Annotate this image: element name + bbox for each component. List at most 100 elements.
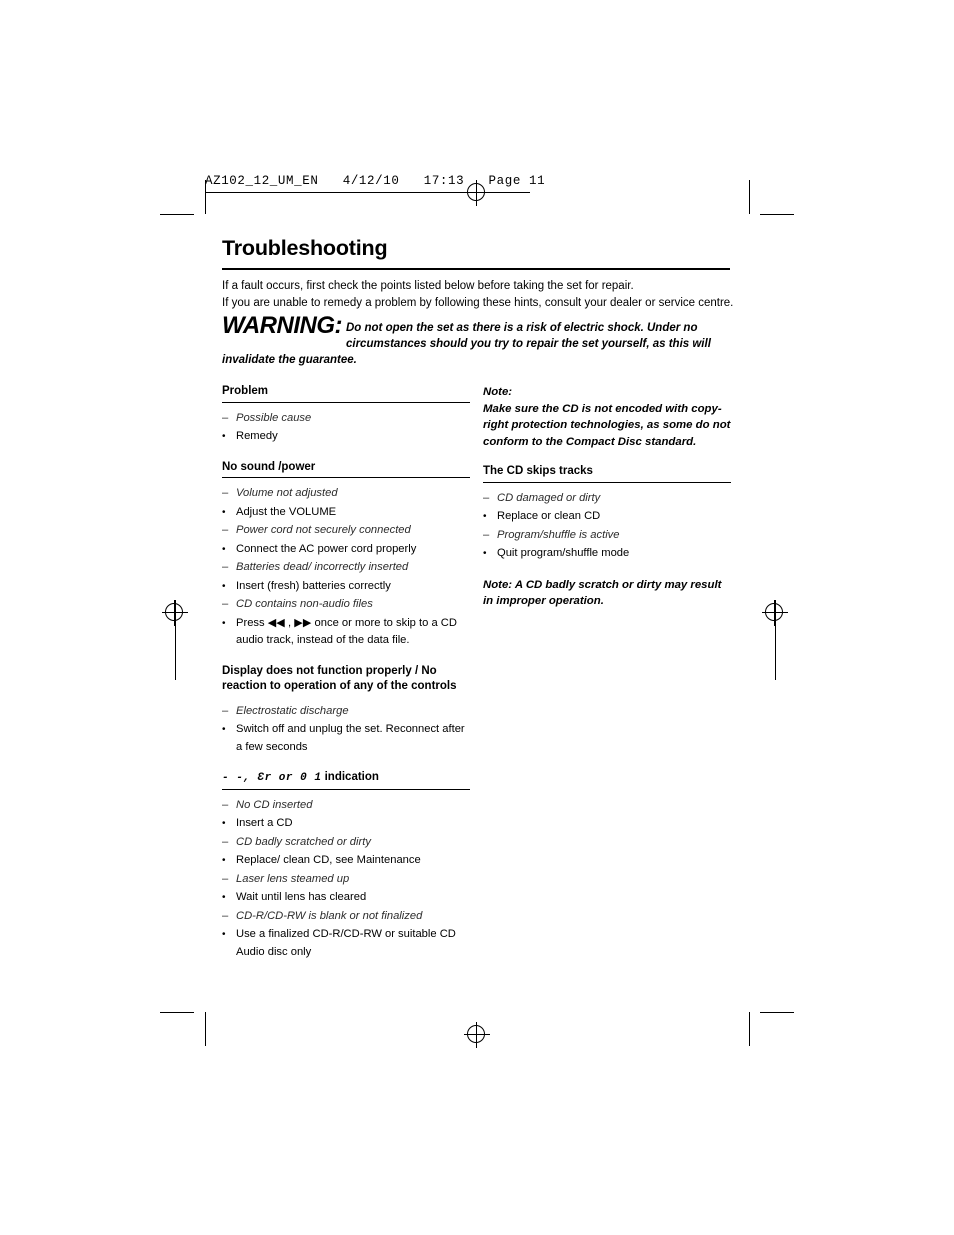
list-item-text: Switch off and unplug the set. Reconnect… — [236, 723, 465, 753]
intro-paragraph: If a fault occurs, first check the point… — [222, 278, 734, 311]
list-item: • Wait until lens has cleared — [222, 889, 470, 907]
dash-marker: – — [222, 487, 229, 499]
list-item-text: No CD inserted — [236, 798, 313, 811]
list-item: – Program/shuffle is active — [483, 527, 731, 545]
section-rule — [222, 788, 470, 790]
list-item: – CD-R/CD-RW is blank or not finalized — [222, 908, 470, 926]
list-item-text: Replace/ clean CD, see Maintenance — [236, 854, 421, 866]
list-item-text: CD damaged or dirty — [497, 491, 601, 504]
list-item-text: CD contains non-audio files — [236, 598, 373, 610]
list-item-text: Possible cause — [236, 411, 312, 424]
bullet-marker: • — [222, 543, 226, 555]
section-rule — [483, 481, 731, 483]
list-item-text: Electrostatic discharge — [236, 704, 349, 717]
list-item: – Electrostatic discharge — [222, 703, 470, 721]
section-rule — [222, 477, 470, 478]
dash-marker: – — [483, 528, 490, 541]
note-copyright-protection: Note: Make sure the CD is not encoded wi… — [483, 384, 731, 450]
dash-marker: – — [222, 524, 229, 536]
right-column: Note: Make sure the CD is not encoded wi… — [483, 384, 731, 610]
list-item-text: Wait until lens has cleared — [236, 891, 367, 903]
list-item: • Insert (fresh) batteries correctly — [222, 578, 470, 596]
list-item: • Switch off and unplug the set. Reconne… — [222, 721, 470, 756]
section-problem: Problem – Possible cause • Remedy — [222, 384, 470, 446]
note-scratched-cd: Note: A CD badly scratch or dirty may re… — [483, 578, 722, 608]
list-item: • Remedy — [222, 428, 470, 446]
section-heading-suffix: indication — [321, 771, 379, 783]
list-item: • Insert a CD — [222, 815, 470, 833]
list-item: • Replace/ clean CD, see Maintenance — [222, 852, 470, 870]
list-item-text: Quit program/shuffle mode — [497, 547, 630, 559]
section-heading: No sound /power — [222, 460, 316, 473]
list-item: – CD contains non-audio files — [222, 596, 470, 614]
dash-marker: – — [222, 872, 229, 885]
bullet-marker: • — [222, 580, 226, 592]
list-item: – Power cord not securely connected — [222, 522, 470, 540]
bullet-marker: • — [222, 818, 226, 829]
list-item: • Replace or clean CD — [483, 508, 731, 526]
list-item: • Quit program/shuffle mode — [483, 545, 731, 563]
list-item-text: Connect the AC power cord properly — [236, 542, 417, 555]
list-item-text: Power cord not securely connected — [236, 524, 411, 536]
list-item: – Possible cause — [222, 410, 470, 428]
list-item-text: Volume not adjusted — [236, 487, 338, 499]
dash-marker: – — [222, 835, 229, 848]
bullet-marker: • — [222, 724, 226, 735]
bullet-marker: • — [222, 506, 226, 518]
list-item: – CD badly scratched or dirty — [222, 834, 470, 852]
section-item-list: – Volume not adjusted • Adjust the VOLUM… — [222, 485, 470, 650]
lcd-display-code: - -, Ɛr or 0 1 — [222, 772, 322, 784]
section-heading: The CD skips tracks — [483, 465, 593, 477]
left-column: Problem – Possible cause • Remedy No sou… — [222, 384, 470, 975]
section-cd-skips-tracks: The CD skips tracks – CD damaged or dirt… — [483, 464, 731, 610]
document-page: Troubleshooting If a fault occurs, first… — [0, 0, 954, 1235]
bullet-marker: • — [222, 892, 226, 903]
dash-marker: – — [222, 909, 229, 922]
section-item-list: – Electrostatic discharge • Switch off a… — [222, 703, 470, 757]
list-item-text: Use a finalized CD-R/CD-RW or suitable C… — [236, 928, 456, 958]
section-rule — [222, 401, 470, 403]
dash-marker: – — [222, 598, 229, 610]
dash-marker: – — [222, 411, 229, 424]
list-item: • Connect the AC power cord properly — [222, 541, 470, 559]
intro-line-2: If you are unable to remedy a problem by… — [222, 296, 734, 309]
list-item: • Press ◀◀ , ▶▶ once or more to skip to … — [222, 615, 470, 650]
list-item-text: Remedy — [236, 430, 278, 442]
list-item-text: Laser lens steamed up — [236, 872, 350, 885]
note-label: Note: — [483, 386, 513, 398]
list-item: – No CD inserted — [222, 797, 470, 815]
title-underline — [222, 268, 730, 270]
list-item-text: CD-R/CD-RW is blank or not finalized — [236, 909, 423, 922]
list-item-text: CD badly scratched or dirty — [236, 835, 371, 848]
section-heading: Display does not function properly / No … — [222, 664, 457, 693]
list-item-text: Replace or clean CD — [497, 510, 601, 522]
section-heading: - -, Ɛr or 0 1 indication — [222, 770, 470, 787]
warning-block: WARNING: Do not open the set as there is… — [222, 314, 734, 368]
list-item-text: Press ◀◀ , ▶▶ once or more to skip to a … — [236, 616, 457, 647]
section-item-list: – Possible cause • Remedy — [222, 410, 470, 446]
section-item-list: – No CD inserted • Insert a CD – CD badl… — [222, 797, 470, 962]
section-no-sound-power: No sound /power – Volume not adjusted • … — [222, 460, 470, 650]
dash-marker: – — [222, 798, 229, 811]
list-item-text: Program/shuffle is active — [497, 528, 620, 541]
page-title: Troubleshooting — [222, 236, 388, 260]
list-item: – Batteries dead/ incorrectly inserted — [222, 559, 470, 577]
list-item-text: Adjust the VOLUME — [236, 505, 337, 518]
bullet-marker: • — [483, 548, 487, 559]
dash-marker: – — [483, 491, 490, 504]
bullet-marker: • — [222, 431, 226, 442]
section-item-list: – CD damaged or dirty • Replace or clean… — [483, 490, 731, 563]
list-item-text: Insert (fresh) batteries correctly — [236, 579, 391, 592]
list-item: – CD damaged or dirty — [483, 490, 731, 508]
list-item: – Laser lens steamed up — [222, 871, 470, 889]
list-item: – Volume not adjusted — [222, 485, 470, 503]
dash-marker: – — [222, 704, 229, 717]
intro-line-1: If a fault occurs, first check the point… — [222, 280, 634, 292]
list-item: • Use a finalized CD-R/CD-RW or suitable… — [222, 926, 470, 961]
bullet-marker: • — [222, 855, 226, 866]
warning-label: WARNING: — [222, 312, 342, 339]
section-display-malfunction: Display does not function properly / No … — [222, 664, 470, 757]
note-text: Make sure the CD is not encoded with cop… — [483, 402, 731, 448]
bullet-marker: • — [483, 511, 487, 522]
list-item-text: Insert a CD — [236, 817, 293, 829]
